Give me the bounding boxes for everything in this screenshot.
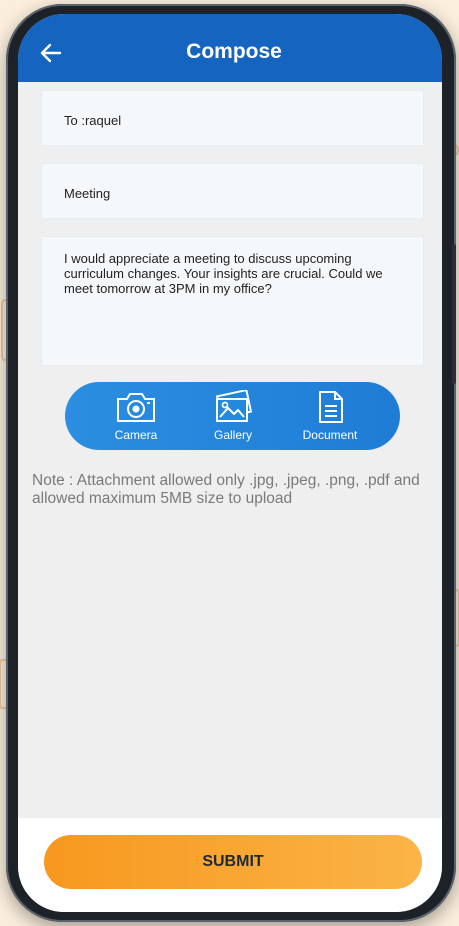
phone-side-button <box>452 244 456 384</box>
camera-label: Camera <box>114 428 158 442</box>
document-label: Document <box>302 428 358 442</box>
phone-screen: Compose To :raquel Meeting I would appre… <box>18 14 442 912</box>
app-bar: Compose <box>18 14 442 82</box>
document-button[interactable]: Document <box>285 382 375 450</box>
page-title: Compose <box>186 40 282 63</box>
attachment-bar: Camera Gallery Document <box>65 382 400 450</box>
to-field[interactable]: To :raquel <box>41 90 424 146</box>
gallery-button[interactable]: Gallery <box>188 382 278 450</box>
camera-button[interactable]: Camera <box>91 382 181 450</box>
subject-field[interactable]: Meeting <box>41 163 424 219</box>
bottom-action-area: SUBMIT <box>18 818 442 912</box>
message-field[interactable]: I would appreciate a meeting to discuss … <box>41 236 424 366</box>
document-icon <box>319 391 343 423</box>
gallery-icon <box>215 390 253 422</box>
submit-button[interactable]: SUBMIT <box>44 835 422 889</box>
gallery-label: Gallery <box>213 428 252 442</box>
attachment-note: Note : Attachment allowed only .jpg, .jp… <box>32 472 420 507</box>
camera-icon <box>117 393 155 422</box>
